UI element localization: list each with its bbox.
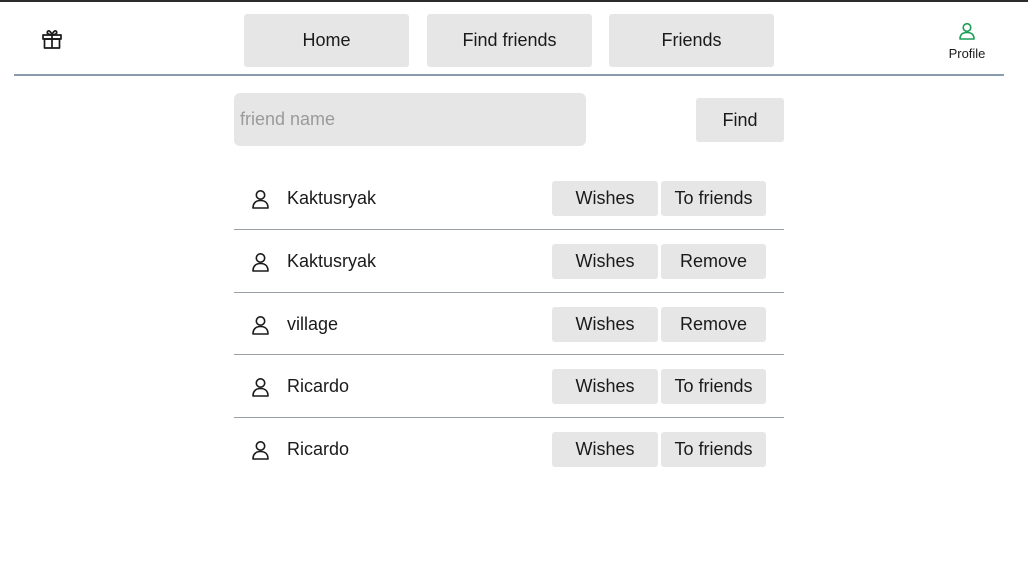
user-icon (251, 377, 270, 398)
wishes-button[interactable]: Wishes (552, 432, 658, 468)
user-name: Ricardo (287, 376, 350, 397)
user-name: Ricardo (287, 439, 350, 460)
wishes-button[interactable]: Wishes (552, 306, 658, 342)
gift-icon[interactable] (40, 27, 64, 51)
to-friends-button[interactable]: To friends (661, 432, 766, 468)
find-button[interactable]: Find (696, 98, 784, 142)
list-item: Ricardo Wishes To friends (234, 418, 784, 481)
profile-link[interactable]: Profile (942, 22, 992, 61)
user-icon (251, 315, 270, 335)
to-friends-button[interactable]: To friends (661, 369, 766, 405)
wishes-button[interactable]: Wishes (552, 181, 658, 216)
list-item: village Wishes Remove (234, 293, 784, 356)
user-icon (251, 252, 270, 272)
list-item: Kaktusryak Wishes Remove (234, 230, 784, 293)
nav-find-friends-button[interactable]: Find friends (427, 14, 592, 67)
list-item: Ricardo Wishes To friends (234, 355, 784, 419)
to-friends-button[interactable]: To friends (661, 181, 766, 216)
user-name: Kaktusryak (287, 188, 377, 208)
friend-name-input[interactable] (234, 93, 586, 146)
user-icon (251, 440, 270, 460)
user-name: village (287, 313, 339, 334)
remove-button[interactable]: Remove (661, 306, 766, 342)
nav-friends-button[interactable]: Friends (609, 14, 774, 67)
profile-label: Profile (948, 46, 986, 61)
list-item: Kaktusryak Wishes To friends (234, 167, 784, 230)
header: Home Find friends Friends Profile (14, 2, 1004, 76)
wishes-button[interactable]: Wishes (552, 243, 658, 279)
user-name: Kaktusryak (287, 250, 377, 271)
wishes-button[interactable]: Wishes (552, 369, 658, 405)
user-icon (958, 22, 976, 45)
user-list: Kaktusryak Wishes To friends Kaktusryak Wish… (234, 167, 784, 481)
nav-home-button[interactable]: Home (244, 14, 409, 67)
user-icon (251, 189, 270, 209)
remove-button[interactable]: Remove (661, 243, 766, 279)
